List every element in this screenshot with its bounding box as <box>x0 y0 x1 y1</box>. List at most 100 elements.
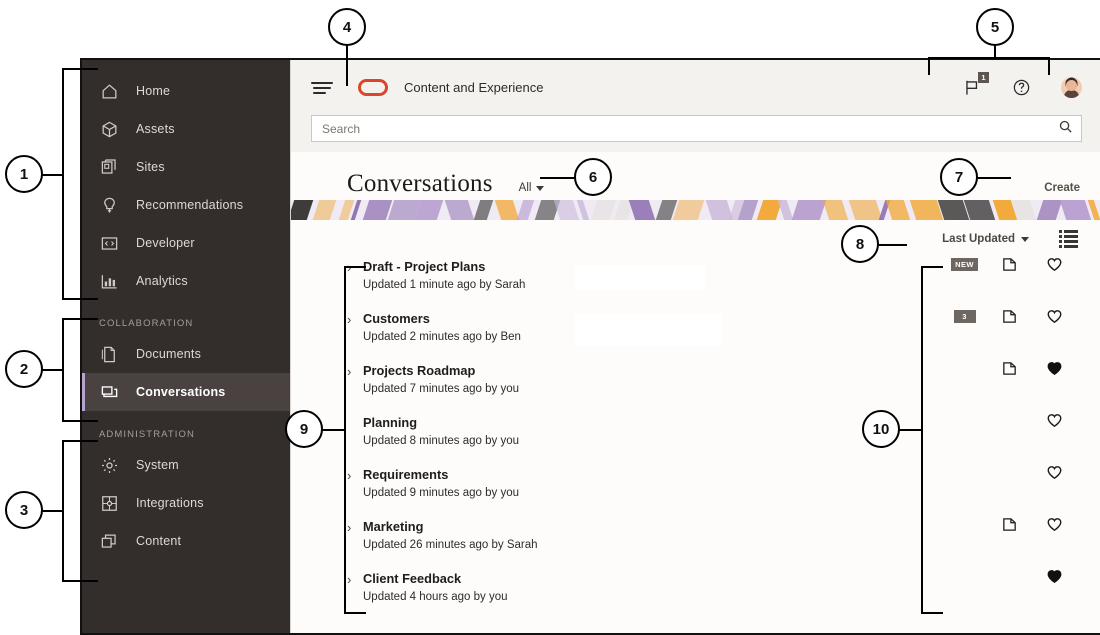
callout-1-bracket-spine <box>62 68 64 300</box>
brand-title: Content and Experience <box>404 80 544 95</box>
expand-chevron-icon[interactable]: › <box>347 519 363 536</box>
sidebar-item-label: Integrations <box>136 496 204 510</box>
conversation-row[interactable]: › Requirements Updated 9 minutes ago by yo… <box>347 466 1078 518</box>
sidebar-item-developer[interactable]: Developer <box>82 224 290 262</box>
callout-5-bracket <box>928 57 1050 59</box>
sidebar-item-home[interactable]: Home <box>82 72 290 110</box>
integrations-puzzle-icon <box>98 492 120 514</box>
callout-8-leader <box>879 244 907 246</box>
conversation-title[interactable]: Planning <box>363 414 519 431</box>
callout-9-bracket-bottom <box>344 612 366 614</box>
conversation-subtitle: Updated 1 minute ago by Sarah <box>363 279 526 291</box>
notification-badge: 1 <box>978 72 989 83</box>
search-row: Search <box>291 115 1100 152</box>
lightbulb-icon <box>98 194 120 216</box>
conversation-row-actions: 3 <box>942 308 1078 325</box>
conversation-row[interactable]: › Client Feedback Updated 4 hours ago by y… <box>347 570 1078 622</box>
home-icon <box>98 80 120 102</box>
sidebar-item-analytics[interactable]: Analytics <box>82 262 290 300</box>
cube-icon <box>98 118 120 140</box>
search-icon[interactable] <box>1058 119 1073 139</box>
sites-pages-icon <box>98 156 120 178</box>
heart-outline-icon[interactable] <box>1032 464 1077 481</box>
sort-dropdown-last-updated[interactable]: Last Updated <box>942 233 1029 245</box>
callout-4: 4 <box>328 8 366 46</box>
create-button[interactable]: Create <box>1044 182 1080 194</box>
callout-5-leader <box>994 44 996 58</box>
conversation-row[interactable]: › Projects Roadmap Updated 7 minutes ago b… <box>347 362 1078 414</box>
list-view-icon[interactable] <box>1059 230 1078 248</box>
heart-outline-icon[interactable] <box>1032 412 1077 429</box>
conversation-text-block: Marketing Updated 26 minutes ago by Sarah <box>363 518 538 554</box>
sidebar-item-label: Assets <box>136 122 175 136</box>
conversation-title[interactable]: Requirements <box>363 466 519 483</box>
sidebar-navigation: Home Assets Sites Recommendations Develo… <box>82 60 290 633</box>
chevron-down-icon <box>1021 236 1029 242</box>
folder-icon[interactable] <box>987 516 1032 533</box>
avatar <box>1061 77 1082 98</box>
expand-chevron-icon[interactable]: › <box>347 311 363 328</box>
folder-icon[interactable] <box>987 256 1032 273</box>
expand-chevron-icon[interactable]: › <box>347 571 363 588</box>
folder-icon[interactable] <box>987 360 1032 377</box>
sidebar-item-sites[interactable]: Sites <box>82 148 290 186</box>
hamburger-menu-icon[interactable] <box>311 79 333 97</box>
callout-6-leader <box>540 177 576 179</box>
top-bar-actions: 1 <box>963 72 1082 98</box>
callout-3: 3 <box>5 491 43 529</box>
page-header: Conversations All Create <box>291 152 1100 200</box>
heart-outline-icon[interactable] <box>1032 516 1077 533</box>
heart-outline-icon[interactable] <box>1032 256 1077 273</box>
sidebar-item-assets[interactable]: Assets <box>82 110 290 148</box>
oracle-oval-logo <box>358 79 388 96</box>
sidebar-item-content[interactable]: Content <box>82 522 290 560</box>
callout-8: 8 <box>841 225 879 263</box>
callout-10: 10 <box>862 410 900 448</box>
conversation-badge-cell: NEW <box>942 258 987 271</box>
callout-6: 6 <box>574 158 612 196</box>
sidebar-item-conversations[interactable]: Conversations <box>82 373 290 411</box>
conversation-text-block: Requirements Updated 9 minutes ago by you <box>363 466 519 502</box>
documents-icon <box>98 343 120 365</box>
search-input[interactable]: Search <box>311 115 1082 142</box>
callout-4-leader <box>346 44 348 86</box>
conversation-title[interactable]: Customers <box>363 310 521 327</box>
conversation-title[interactable]: Projects Roadmap <box>363 362 519 379</box>
heart-outline-icon[interactable] <box>1032 308 1077 325</box>
callout-7-leader <box>975 177 1011 179</box>
conversation-row-actions <box>942 360 1078 377</box>
user-avatar-button[interactable] <box>1061 77 1082 98</box>
sidebar-item-label: Home <box>136 84 171 98</box>
main-content-area: Content and Experience 1 Search Conversa… <box>290 60 1100 633</box>
expand-chevron-icon[interactable]: › <box>347 467 363 484</box>
conversation-row[interactable]: ›Draft - Project PlansUpdated 1 minute a… <box>347 258 1078 310</box>
sidebar-item-system[interactable]: System <box>82 446 290 484</box>
conversation-title[interactable]: Draft - Project Plans <box>363 258 525 275</box>
sidebar-item-integrations[interactable]: Integrations <box>82 484 290 522</box>
callout-9-bracket-spine <box>344 266 346 614</box>
conversation-row[interactable]: Planning Updated 8 minutes ago by you <box>347 414 1078 466</box>
bar-chart-icon <box>98 270 120 292</box>
conversation-subtitle: Updated 26 minutes ago by Sarah <box>363 539 538 551</box>
conversation-row[interactable]: › Marketing Updated 26 minutes ago by Sara… <box>347 518 1078 570</box>
filter-label: All <box>518 182 532 194</box>
filter-dropdown-all[interactable]: All <box>519 182 545 194</box>
conversation-row[interactable]: › Customers Updated 2 minutes ago by Ben 3 <box>347 310 1078 362</box>
conversation-title[interactable]: Marketing <box>363 518 538 535</box>
status-badge: 3 <box>953 310 976 323</box>
callout-2-bracket-top <box>62 318 98 320</box>
sidebar-item-label: Documents <box>136 347 202 361</box>
help-question-icon[interactable] <box>1012 78 1031 97</box>
sidebar-item-documents[interactable]: Documents <box>82 335 290 373</box>
sidebar-item-label: System <box>136 458 179 472</box>
callout-9-leader <box>322 429 346 431</box>
notifications-flag-button[interactable]: 1 <box>963 72 989 97</box>
heart-filled-icon[interactable] <box>1032 568 1077 585</box>
conversations-list: › Draft - Project Plans Updated 1 minute a… <box>291 258 1100 622</box>
expand-chevron-icon[interactable]: › <box>347 363 363 380</box>
conversation-title[interactable]: Client Feedback <box>363 570 508 587</box>
heart-filled-icon[interactable] <box>1032 360 1077 377</box>
sidebar-item-recommendations[interactable]: Recommendations <box>82 186 290 224</box>
folder-icon[interactable] <box>987 308 1032 325</box>
sidebar-item-label: Content <box>136 534 182 548</box>
